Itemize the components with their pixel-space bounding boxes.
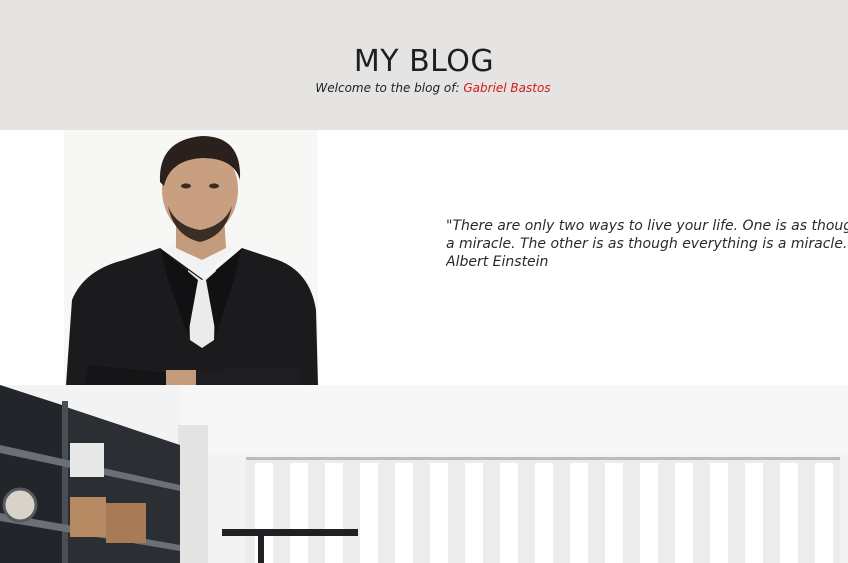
einstein-quote: "There are only two ways to live your li… bbox=[446, 217, 848, 271]
office-interior-illustration bbox=[0, 385, 848, 563]
quote-line-1: "There are only two ways to live your li… bbox=[446, 218, 848, 234]
author-portrait-photo bbox=[64, 130, 318, 385]
site-header: MY BLOG Welcome to the blog of: Gabriel … bbox=[0, 0, 848, 130]
author-portrait-illustration bbox=[64, 130, 318, 385]
page-title: MY BLOG bbox=[353, 44, 495, 79]
office-interior-photo bbox=[0, 385, 848, 563]
author-name-link[interactable]: Gabriel Bastos bbox=[463, 81, 550, 95]
welcome-text: Welcome to the blog of: Gabriel Bastos bbox=[0, 81, 848, 95]
quote-line-2: a miracle. The other is as though everyt… bbox=[446, 236, 848, 252]
welcome-prefix: Welcome to the blog of: bbox=[315, 81, 460, 95]
quote-author: Albert Einstein bbox=[446, 254, 549, 270]
